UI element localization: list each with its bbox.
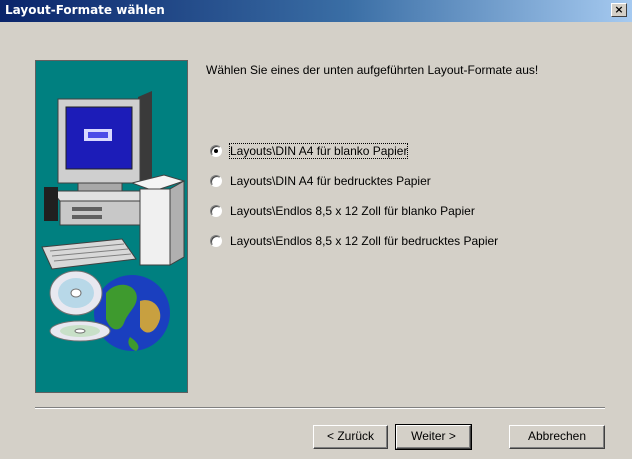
- title-bar[interactable]: Layout-Formate wählen ×: [0, 0, 632, 22]
- next-button-label: Weiter >: [411, 429, 456, 443]
- cancel-button[interactable]: Abbrechen: [509, 425, 605, 449]
- option-label: Layouts\Endlos 8,5 x 12 Zoll für bedruck…: [230, 234, 499, 248]
- option-label: Layouts\DIN A4 für blanko Papier: [228, 143, 409, 159]
- globe-icon: [94, 275, 170, 351]
- back-button[interactable]: < Zurück: [313, 425, 388, 449]
- instruction-text: Wählen Sie eines der unten aufgeführten …: [206, 63, 539, 77]
- radio-button[interactable]: [210, 175, 222, 187]
- separator-line: [35, 407, 605, 409]
- cancel-button-label: Abbrechen: [527, 429, 587, 443]
- close-button[interactable]: ×: [611, 3, 627, 17]
- computer-illustration: [41, 91, 186, 351]
- dialog-window: Layout-Formate wählen × Wählen Sie eines…: [0, 0, 632, 459]
- radio-button[interactable]: [210, 235, 222, 247]
- window-title: Layout-Formate wählen: [5, 3, 165, 17]
- radio-button-checked[interactable]: [210, 145, 222, 157]
- option-label: Layouts\DIN A4 für bedrucktes Papier: [230, 174, 431, 188]
- wizard-illustration: [35, 60, 188, 393]
- option-label: Layouts\Endlos 8,5 x 12 Zoll für blanko …: [230, 204, 475, 218]
- radio-button[interactable]: [210, 205, 222, 217]
- back-button-label: < Zurück: [326, 429, 374, 443]
- close-icon: ×: [614, 3, 624, 16]
- next-button[interactable]: Weiter >: [395, 424, 472, 450]
